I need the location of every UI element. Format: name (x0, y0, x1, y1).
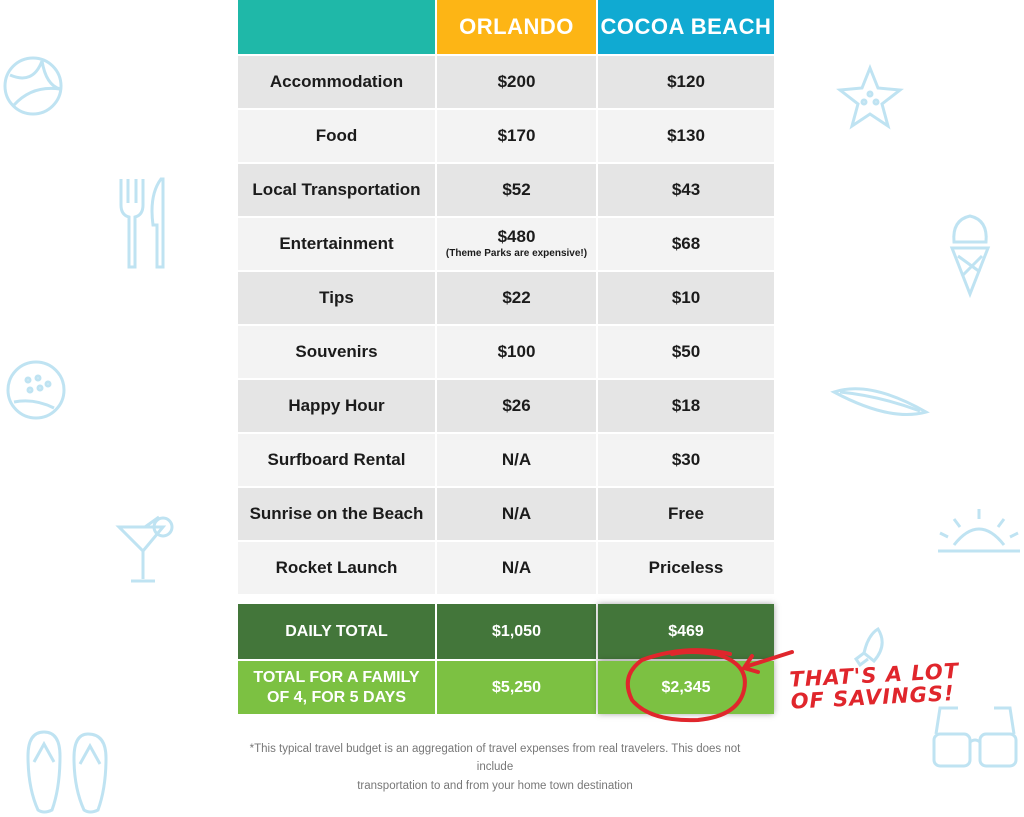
table-row: Accommodation $200 $120 (238, 54, 774, 108)
cocoa-value: Free (598, 488, 774, 540)
beach-ball-icon (2, 55, 64, 117)
cocktail-icon (115, 515, 177, 587)
orlando-amount: $480 (497, 227, 536, 247)
table-row: Rocket Launch N/A Priceless (238, 540, 774, 594)
table-row: Souvenirs $100 $50 (238, 324, 774, 378)
surfboard-icon (830, 378, 930, 428)
sunglasses-icon (930, 704, 1020, 772)
cocoa-value: $120 (598, 56, 774, 108)
orlando-value: N/A (437, 542, 598, 594)
daily-total-label: DAILY TOTAL (238, 604, 437, 659)
golf-ball-icon (4, 358, 68, 422)
footnote-line2: transportation to and from your home tow… (357, 779, 633, 792)
row-label: Souvenirs (238, 326, 437, 378)
row-label: Local Transportation (238, 164, 437, 216)
cocoa-value: $50 (598, 326, 774, 378)
family-total-label: TOTAL FOR A FAMILY OF 4, FOR 5 DAYS (238, 661, 437, 714)
orlando-value: $26 (437, 380, 598, 432)
sunset-icon (934, 505, 1024, 561)
orlando-value: $52 (437, 164, 598, 216)
cocoa-value: Priceless (598, 542, 774, 594)
orlando-value: $170 (437, 110, 598, 162)
savings-callout: THAT'S A LOT OF SAVINGS! (789, 659, 971, 714)
row-label: Happy Hour (238, 380, 437, 432)
table-row: Surfboard Rental N/A $30 (238, 432, 774, 486)
orlando-value: $480 (Theme Parks are expensive!) (437, 218, 598, 270)
family-total-label-line1: TOTAL FOR A FAMILY (253, 668, 420, 686)
cocoa-value: $18 (598, 380, 774, 432)
header-orlando: ORLANDO (437, 0, 598, 54)
daily-total-orlando: $1,050 (437, 604, 598, 659)
fork-knife-icon (115, 175, 173, 271)
starfish-icon (836, 64, 904, 132)
table-row: Local Transportation $52 $43 (238, 162, 774, 216)
row-label: Entertainment (238, 218, 437, 270)
footnote-line1: *This typical travel budget is an aggreg… (249, 743, 741, 774)
table-row: Tips $22 $10 (238, 270, 774, 324)
row-label: Accommodation (238, 56, 437, 108)
cocoa-value: $130 (598, 110, 774, 162)
row-label: Food (238, 110, 437, 162)
row-label: Rocket Launch (238, 542, 437, 594)
flip-flops-icon (22, 728, 112, 816)
orlando-value: N/A (437, 434, 598, 486)
orlando-value: $22 (437, 272, 598, 324)
orlando-value: $200 (437, 56, 598, 108)
orlando-value: N/A (437, 488, 598, 540)
footnote: *This typical travel budget is an aggreg… (230, 740, 760, 795)
family-total-orlando: $5,250 (437, 661, 598, 714)
table-row: Sunrise on the Beach N/A Free (238, 486, 774, 540)
table-row: Entertainment $480 (Theme Parks are expe… (238, 216, 774, 270)
row-label: Tips (238, 272, 437, 324)
cocoa-value: $30 (598, 434, 774, 486)
header-blank-cell (238, 0, 437, 54)
cocoa-value: $10 (598, 272, 774, 324)
table-row: Food $170 $130 (238, 108, 774, 162)
red-circle-annotation (620, 640, 800, 726)
comparison-table: ORLANDO COCOA BEACH Accommodation $200 $… (238, 0, 774, 594)
row-label: Sunrise on the Beach (238, 488, 437, 540)
family-total-label-line2: OF 4, FOR 5 DAYS (267, 688, 406, 706)
orlando-value: $100 (437, 326, 598, 378)
cocoa-value: $43 (598, 164, 774, 216)
table-header: ORLANDO COCOA BEACH (238, 0, 774, 54)
header-cocoa-beach: COCOA BEACH (598, 0, 774, 54)
ice-cream-icon (948, 212, 992, 298)
table-row: Happy Hour $26 $18 (238, 378, 774, 432)
cocoa-value: $68 (598, 218, 774, 270)
row-label: Surfboard Rental (238, 434, 437, 486)
orlando-note: (Theme Parks are expensive!) (445, 248, 588, 260)
